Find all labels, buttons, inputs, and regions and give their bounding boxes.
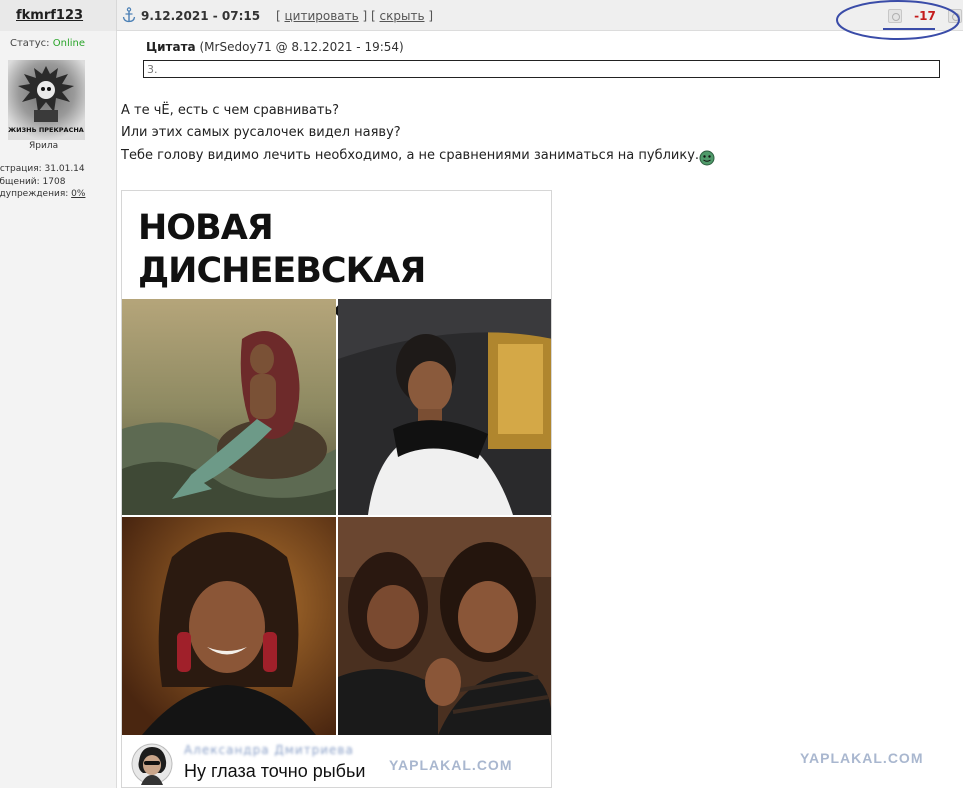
quote-header: Цитата (MrSedoy71 @ 8.12.2021 - 19:54) [146,40,404,54]
author-avatar[interactable]: ЖИЗНЬ ПРЕКРАСНА [8,60,85,140]
comment-text: Ну глаза точно рыбьи [184,761,366,781]
rating-highlight-oval [836,0,960,40]
post-header: fkmrf123 9.12.2021 - 07:15 [ цитировать … [0,0,963,40]
quote-link[interactable]: цитировать [285,9,359,23]
meme-image[interactable]: НОВАЯ ДИСНЕЕВСКАЯ РУСАЛОЧКА [121,190,552,788]
commenter-name: Александра Дмитриева [184,743,354,757]
photo-two-women [338,517,551,735]
warnings-link[interactable]: 0% [71,189,85,199]
meme-watermark: YAPLAKAL.COM [389,757,513,773]
svg-text:ЖИЗНЬ ПРЕКРАСНА: ЖИЗНЬ ПРЕКРАСНА [8,126,84,134]
author-profile: Статус: Online ЖИЗНЬ ПРЕКРАСНА Ярила ист… [0,31,117,788]
photo-woman-white-dress [338,299,551,515]
page-watermark: YAPLAKAL.COM [800,750,924,766]
message-line: А те чЁ, есть с чем сравнивать? [121,103,340,118]
registration-date: истрация: 31.01.14 [0,164,85,174]
author-cell: fkmrf123 [0,0,117,31]
message-line: Тебе голову видимо лечить необходимо, а … [121,148,700,163]
message-count: общений: 1708 [0,177,66,187]
commenter-avatar [131,743,173,785]
meme-comment: Александра Дмитриева Ну глаза точно рыбь… [122,737,551,787]
message-line: Или этих самых русалочек видел наяву? [121,125,401,140]
post-date: 9.12.2021 - 07:15 [141,9,261,23]
author-username[interactable]: fkmrf123 [16,8,83,23]
photo-mermaid-art [122,299,336,515]
smiley-icon [699,150,715,166]
photo-woman-smiling [122,517,336,735]
warnings: едупреждения: 0% [0,189,86,199]
author-status: Статус: Online [10,38,85,49]
anchor-icon[interactable] [122,7,136,23]
post-actions: [ цитировать ] [ скрыть ] [276,9,434,23]
hide-link[interactable]: скрыть [380,9,425,23]
quote-body: 3. [143,60,940,78]
avatar-caption: Ярила [29,141,59,151]
